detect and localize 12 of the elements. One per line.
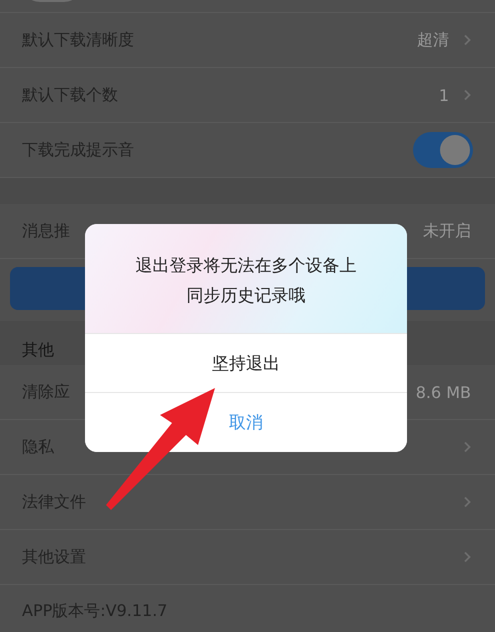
- chevron-icon: [463, 441, 471, 453]
- toggle-switch[interactable]: [413, 132, 473, 168]
- setting-value: 未开启: [423, 220, 471, 242]
- chevron-icon: [463, 496, 471, 508]
- chevron-icon: [463, 551, 471, 563]
- chevron-icon: [463, 89, 471, 101]
- dialog-message: 退出登录将无法在多个设备上: [136, 255, 356, 278]
- chevron-icon: [463, 34, 471, 46]
- setting-value: 1: [438, 86, 449, 104]
- setting-value: 超清: [417, 30, 449, 50]
- dialog-message: 同步历史记录哦: [186, 285, 306, 308]
- setting-value: 8.6 MB: [416, 382, 471, 402]
